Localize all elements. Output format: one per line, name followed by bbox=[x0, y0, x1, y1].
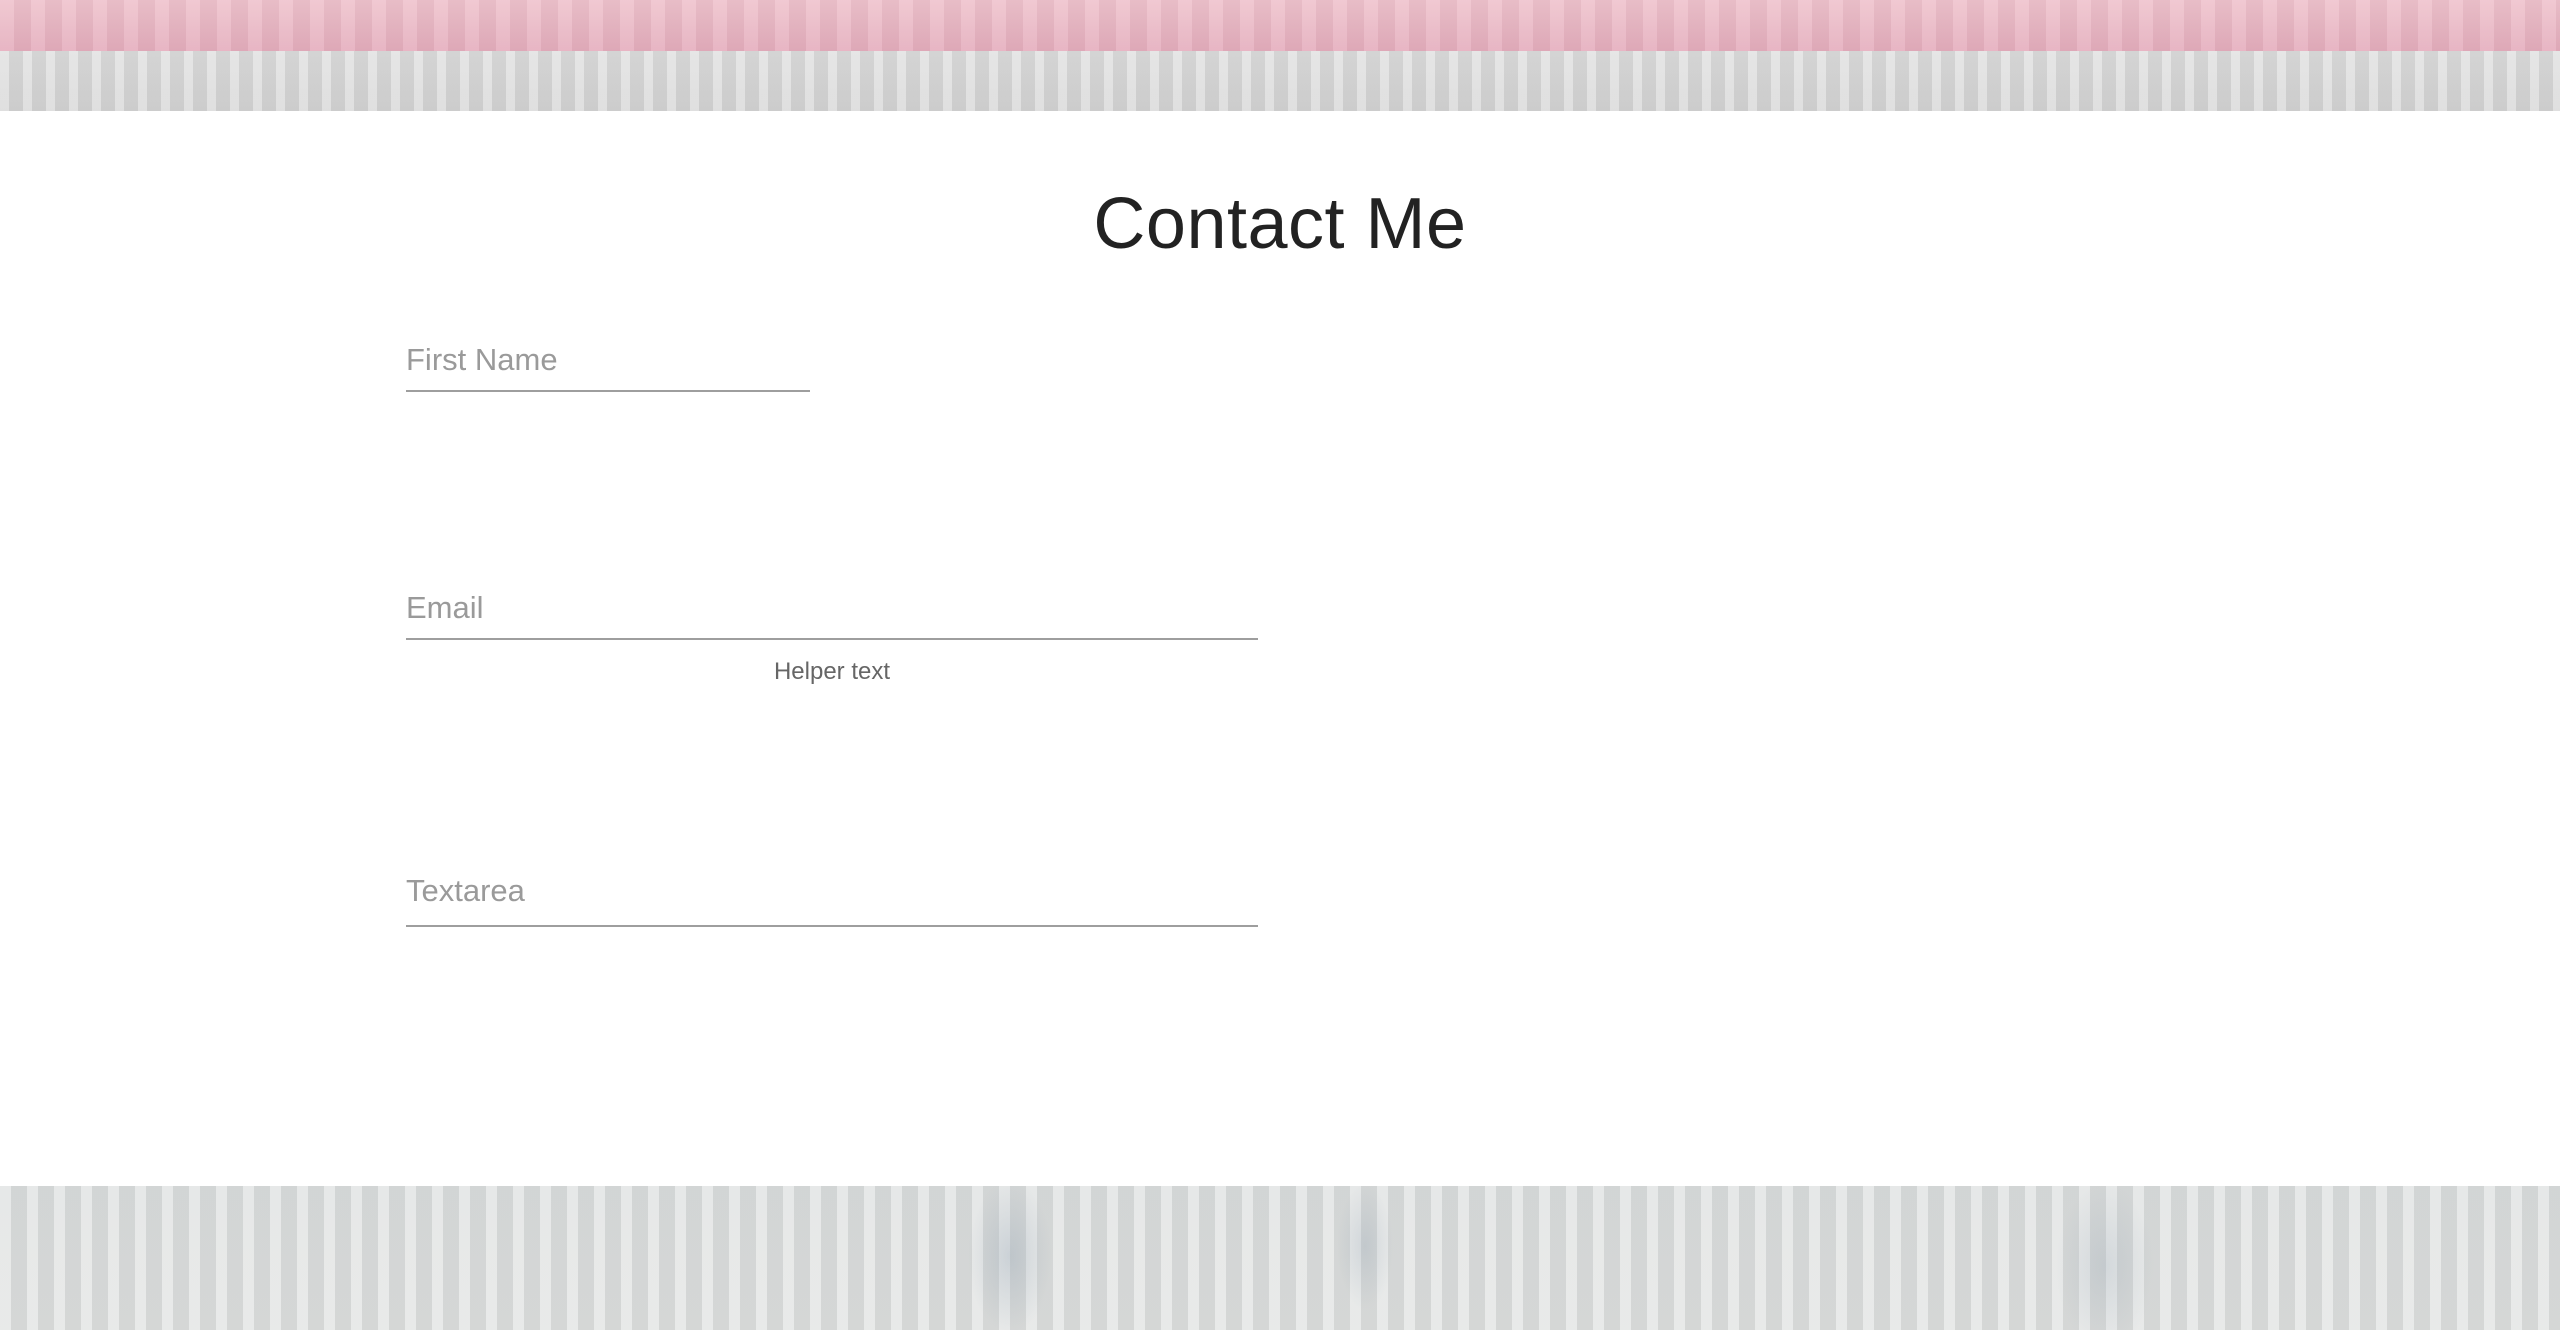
page-title: Contact Me bbox=[1093, 184, 1467, 264]
first-name-field-wrapper bbox=[406, 342, 810, 392]
email-helper-text: Helper text bbox=[773, 658, 891, 685]
email-input[interactable] bbox=[406, 590, 1258, 640]
message-textarea[interactable] bbox=[406, 873, 1258, 927]
textarea-field-wrapper bbox=[406, 873, 1258, 927]
footer-decorative-band bbox=[0, 1186, 2560, 1330]
contact-section: Contact Me Helper text bbox=[0, 111, 2560, 1186]
email-field-wrapper: Helper text bbox=[406, 590, 1258, 686]
first-name-input[interactable] bbox=[406, 342, 810, 392]
header-strip bbox=[0, 51, 2560, 111]
top-decorative-band bbox=[0, 0, 2560, 51]
